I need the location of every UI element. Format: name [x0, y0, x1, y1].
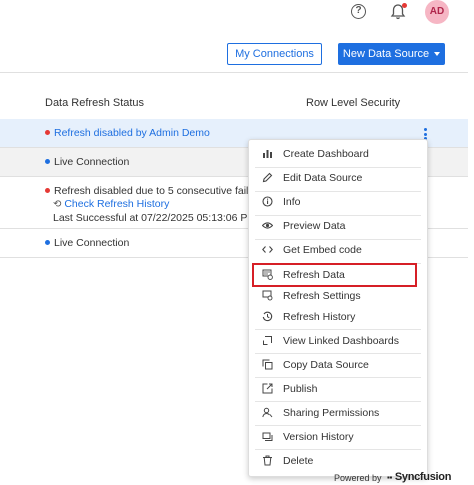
brand-mark-icon: ▪▪: [387, 473, 393, 482]
status-dot-live: [45, 239, 50, 245]
menu-item-refresh-settings[interactable]: Refresh Settings: [249, 285, 427, 307]
trash-icon: [263, 455, 272, 466]
last-successful-text: Last Successful at 07/22/2025 05:13:06 P…: [53, 212, 257, 224]
check-refresh-history-link[interactable]: Check Refresh History: [64, 198, 169, 210]
info-icon: [262, 196, 273, 207]
refresh-status-text: Refresh disabled due to 5 consecutive fa…: [54, 185, 269, 197]
version-icon: [262, 432, 273, 441]
column-header-row-level-security[interactable]: Row Level Security: [306, 97, 400, 109]
avatar[interactable]: AD: [425, 0, 449, 24]
my-connections-button[interactable]: My Connections: [227, 43, 322, 65]
refresh-data-highlight: [252, 263, 417, 287]
chevron-down-icon: [434, 52, 441, 57]
refresh-status-text: Live Connection: [54, 237, 130, 249]
history-icon: [262, 311, 273, 322]
new-data-source-button[interactable]: New Data Source: [338, 43, 445, 65]
menu-item-info[interactable]: Info: [249, 191, 427, 213]
status-dot-error: [45, 187, 50, 193]
menu-item-version-history[interactable]: Version History: [249, 426, 427, 448]
menu-item-preview-data[interactable]: Preview Data: [249, 215, 427, 237]
code-icon: [262, 246, 273, 253]
top-bar: ? AD: [0, 0, 474, 32]
status-dot-live: [45, 158, 50, 164]
menu-item-edit-data-source[interactable]: Edit Data Source: [249, 167, 427, 189]
menu-item-publish[interactable]: Publish: [249, 378, 427, 400]
context-menu: Create Dashboard Edit Data Source Info P…: [248, 139, 428, 477]
help-icon[interactable]: ?: [351, 4, 366, 19]
menu-item-view-linked-dashboards[interactable]: View Linked Dashboards: [249, 330, 427, 352]
bar-chart-icon: [263, 150, 272, 158]
link-icon: [263, 336, 272, 345]
status-dot-error: [45, 129, 50, 135]
publish-icon: [262, 383, 273, 394]
menu-item-refresh-history[interactable]: Refresh History: [249, 306, 427, 328]
refresh-settings-icon: [262, 290, 273, 301]
menu-item-sharing-permissions[interactable]: Sharing Permissions: [249, 402, 427, 424]
menu-item-delete[interactable]: Delete: [249, 450, 427, 472]
brand-logo: ▪▪ Syncfusion: [387, 471, 452, 483]
sharing-icon: [262, 407, 273, 418]
refresh-status-text: Live Connection: [54, 156, 130, 168]
history-icon: ⟲: [53, 199, 62, 210]
powered-by-text: Powered by: [334, 473, 382, 483]
new-data-source-label: New Data Source: [342, 48, 430, 60]
grid-header: Data Refresh Status Row Level Security: [0, 87, 468, 121]
menu-item-create-dashboard[interactable]: Create Dashboard: [249, 143, 427, 165]
refresh-status-link[interactable]: Refresh disabled by Admin Demo: [54, 127, 210, 139]
column-header-refresh-status[interactable]: Data Refresh Status: [45, 97, 144, 109]
notification-badge: [402, 3, 407, 8]
menu-item-copy-data-source[interactable]: Copy Data Source: [249, 354, 427, 376]
eye-icon: [262, 222, 273, 229]
copy-icon: [262, 359, 273, 370]
menu-item-get-embed-code[interactable]: Get Embed code: [249, 239, 427, 261]
pencil-icon: [262, 172, 273, 183]
